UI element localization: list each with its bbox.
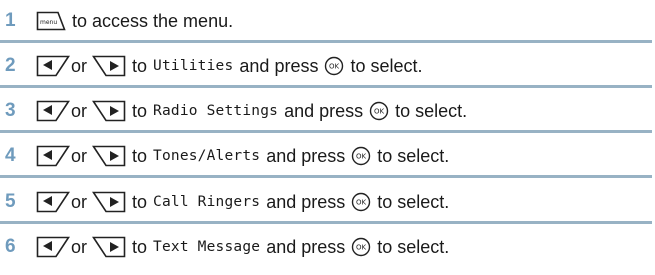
ok-key-icon: OK (352, 192, 371, 212)
ok-key-icon-label: OK (374, 108, 385, 116)
step-2: 2 or to Utilities and press OK to select… (0, 46, 652, 88)
press-text: and press (239, 56, 319, 76)
menu-item-name: Tones/Alerts (153, 148, 261, 164)
or-text: or (71, 101, 88, 121)
select-text: to select. (377, 146, 450, 166)
step-number: 2 (5, 55, 16, 76)
step-content: menu to access the menu. (36, 10, 233, 32)
or-text: or (71, 192, 88, 212)
select-text: to select. (377, 237, 450, 257)
left-arrow-key-icon (36, 236, 70, 258)
step-4: 4 or to Tones/Alerts and press OK to sel… (0, 136, 652, 178)
left-arrow-key-icon (36, 100, 70, 122)
ok-key-icon-label: OK (329, 63, 340, 71)
menu-item-name: Utilities (153, 58, 234, 74)
step-number: 3 (5, 100, 16, 121)
step-6: 6 or to Text Message and press OK to sel… (0, 227, 652, 267)
menu-item-name: Radio Settings (153, 103, 279, 119)
to-text: to (132, 237, 148, 257)
step-number: 4 (5, 145, 16, 166)
select-text: to select. (377, 192, 450, 212)
to-text: to (132, 192, 148, 212)
press-text: and press (284, 101, 364, 121)
or-text: or (71, 146, 88, 166)
press-text: and press (266, 192, 346, 212)
or-text: or (71, 237, 88, 257)
to-text: to (132, 56, 148, 76)
press-text: and press (266, 237, 346, 257)
or-text: or (71, 56, 88, 76)
step-number: 6 (5, 236, 16, 257)
menu-key-icon-label: menu (40, 19, 57, 26)
step-content: or to Tones/Alerts and press OK to selec… (36, 145, 449, 167)
right-arrow-key-icon (92, 55, 126, 77)
step-content: or to Call Ringers and press OK to selec… (36, 191, 449, 213)
instruction-steps: 1 menu to access the menu. 2 or to Utili… (0, 0, 655, 275)
ok-key-icon-label: OK (356, 153, 367, 161)
ok-key-icon-label: OK (356, 244, 367, 252)
step-number: 1 (5, 10, 16, 31)
step-text: to access the menu. (72, 11, 234, 31)
press-text: and press (266, 146, 346, 166)
right-arrow-key-icon (92, 236, 126, 258)
step-5: 5 or to Call Ringers and press OK to sel… (0, 182, 652, 224)
ok-key-icon: OK (352, 146, 371, 166)
step-number: 5 (5, 191, 16, 212)
select-text: to select. (395, 101, 468, 121)
step-3: 3 or to Radio Settings and press OK to s… (0, 91, 652, 133)
right-arrow-key-icon (92, 100, 126, 122)
ok-key-icon-label: OK (356, 199, 367, 207)
left-arrow-key-icon (36, 191, 70, 213)
ok-key-icon: OK (325, 56, 344, 76)
to-text: to (132, 146, 148, 166)
ok-key-icon: OK (352, 237, 371, 257)
right-arrow-key-icon (92, 191, 126, 213)
step-1: 1 menu to access the menu. (0, 1, 652, 43)
menu-item-name: Text Message (153, 239, 261, 255)
step-content: or to Radio Settings and press OK to sel… (36, 100, 467, 122)
left-arrow-key-icon (36, 55, 70, 77)
menu-item-name: Call Ringers (153, 194, 261, 210)
to-text: to (132, 101, 148, 121)
step-content: or to Utilities and press OK to select. (36, 55, 423, 77)
menu-key-icon: menu (36, 11, 66, 31)
ok-key-icon: OK (369, 101, 389, 121)
right-arrow-key-icon (92, 145, 126, 167)
step-content: or to Text Message and press OK to selec… (36, 236, 449, 258)
select-text: to select. (350, 56, 423, 76)
left-arrow-key-icon (36, 145, 70, 167)
